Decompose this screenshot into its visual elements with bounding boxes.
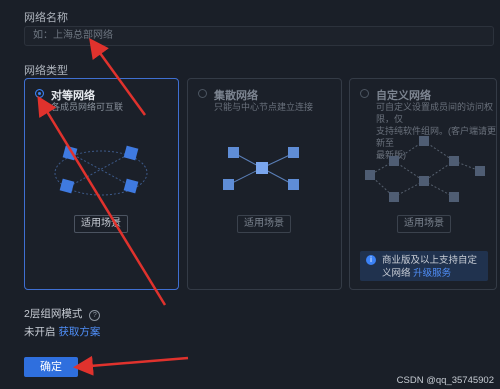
layer2-status: 未开启	[24, 326, 56, 338]
peer-topology-diagram	[54, 145, 148, 196]
scene-button[interactable]: 适用场景	[397, 215, 451, 233]
card-peer-network[interactable]: 对等网络 各成员网络可互联 适用场景	[24, 78, 179, 290]
info-icon: i	[366, 255, 376, 265]
card-hub-network[interactable]: 集散网络 只能与中心节点建立连接 适用场景	[187, 78, 342, 290]
card-custom-network[interactable]: 自定义网络 可自定义设置成员间的访问权限，仅 支持纯软件组网。(客户端请更新至 …	[349, 78, 497, 290]
get-solution-link[interactable]: 获取方案	[58, 326, 100, 338]
network-name-input[interactable]: 如：上海总部网络	[24, 26, 494, 46]
network-type-label: 网络类型	[24, 65, 68, 77]
upgrade-link[interactable]: 升级服务	[413, 268, 451, 279]
layer2-status-row: 未开启 获取方案	[24, 324, 100, 339]
hub-topology-diagram	[223, 147, 299, 190]
help-icon[interactable]: ?	[89, 310, 101, 321]
upgrade-notice: i 商业版及以上支持自定义网络 升级服务	[360, 251, 488, 281]
watermark: CSDN @qq_35745902	[396, 375, 494, 386]
scene-button[interactable]: 适用场景	[74, 215, 128, 233]
arrow-to-confirm	[73, 355, 189, 376]
confirm-button[interactable]: 确定	[24, 357, 78, 377]
network-name-label: 网络名称	[24, 12, 68, 24]
scene-button[interactable]: 适用场景	[237, 215, 291, 233]
layer2-mode-label: 2层组网模式	[24, 308, 83, 320]
layer2-mode-row: 2层组网模式 ?	[24, 306, 101, 321]
